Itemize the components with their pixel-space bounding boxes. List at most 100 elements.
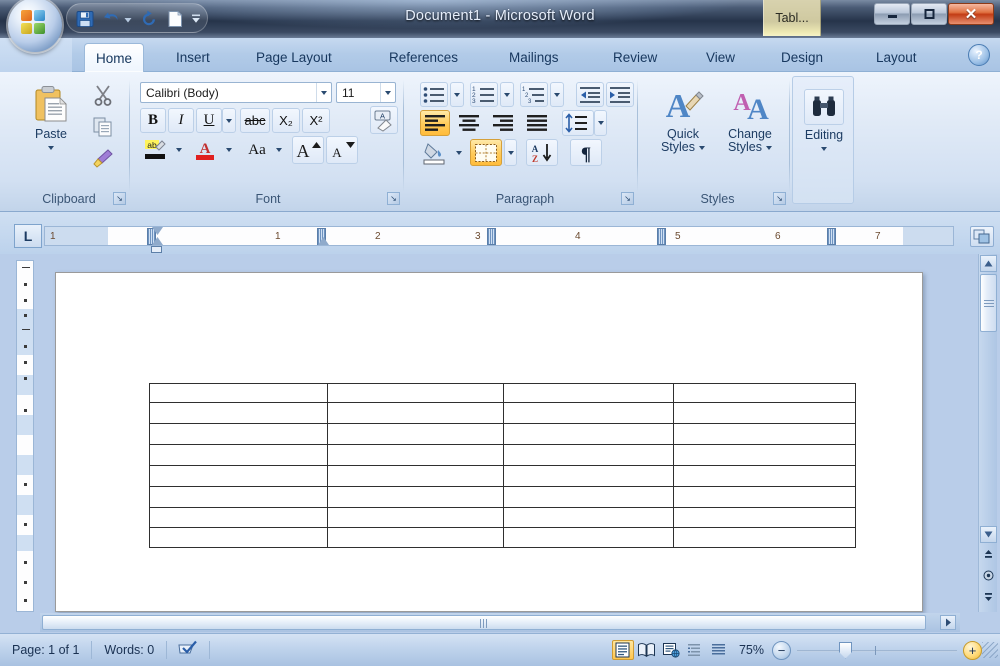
bullets-button[interactable] xyxy=(420,82,448,107)
highlight-button[interactable]: ab xyxy=(140,136,170,164)
tab-view[interactable]: View xyxy=(695,43,746,72)
table-row[interactable] xyxy=(149,402,856,424)
table-row[interactable] xyxy=(149,444,856,466)
vertical-scrollbar[interactable] xyxy=(978,254,997,612)
table-cell[interactable] xyxy=(673,507,856,528)
table-row[interactable] xyxy=(149,465,856,487)
bold-button[interactable]: B xyxy=(140,108,166,133)
table-cell[interactable] xyxy=(503,383,674,403)
table-cell[interactable] xyxy=(503,444,674,466)
table-cell[interactable] xyxy=(149,402,328,424)
align-right-button[interactable] xyxy=(488,110,518,136)
save-button[interactable] xyxy=(75,9,97,30)
table-column-marker[interactable] xyxy=(827,228,836,245)
paste-button[interactable]: Paste xyxy=(20,80,82,150)
close-button[interactable]: ✕ xyxy=(948,3,994,25)
table-cell[interactable] xyxy=(503,527,674,548)
styles-dialog-launcher[interactable]: ↘ xyxy=(773,192,786,205)
word-count[interactable]: Words: 0 xyxy=(92,643,166,657)
font-name-combo[interactable]: Calibri (Body) xyxy=(140,82,332,103)
minimize-button[interactable] xyxy=(874,3,910,25)
editing-button[interactable]: Editing xyxy=(797,85,851,151)
table-cell[interactable] xyxy=(673,527,856,548)
table-cell[interactable] xyxy=(503,465,674,487)
zoom-in-button[interactable]: + xyxy=(963,640,982,660)
vertical-ruler[interactable] xyxy=(16,260,34,612)
table-column-marker[interactable] xyxy=(487,228,496,245)
table-cell[interactable] xyxy=(327,527,504,548)
horizontal-scrollbar[interactable] xyxy=(40,613,960,632)
tab-page-layout[interactable]: Page Layout xyxy=(245,43,343,72)
table-cell[interactable] xyxy=(673,465,856,487)
font-dialog-launcher[interactable]: ↘ xyxy=(387,192,400,205)
superscript-button[interactable]: X² xyxy=(302,108,330,133)
table-cell[interactable] xyxy=(149,507,328,528)
table-cell[interactable] xyxy=(327,402,504,424)
table-cell[interactable] xyxy=(149,527,328,548)
change-styles-button[interactable]: A A Change Styles xyxy=(717,80,783,154)
table-row[interactable] xyxy=(149,507,856,528)
underline-button[interactable]: U xyxy=(196,108,222,133)
find-button[interactable] xyxy=(804,89,844,125)
line-spacing-button[interactable] xyxy=(562,110,594,136)
contextual-tab-label[interactable]: Tabl... xyxy=(763,0,821,36)
paragraph-dialog-launcher[interactable]: ↘ xyxy=(621,192,634,205)
table-cell[interactable] xyxy=(673,486,856,508)
table-cell[interactable] xyxy=(503,423,674,445)
new-document-button[interactable] xyxy=(165,9,187,30)
vertical-scroll-thumb[interactable] xyxy=(980,274,997,332)
view-print-layout-button[interactable] xyxy=(611,640,634,660)
justify-button[interactable] xyxy=(522,110,552,136)
resize-grip-icon[interactable] xyxy=(982,642,998,658)
previous-page-button[interactable] xyxy=(981,547,996,562)
table-cell[interactable] xyxy=(327,383,504,403)
undo-dropdown-button[interactable] xyxy=(122,9,134,30)
select-browse-object-button[interactable] xyxy=(981,568,996,583)
table-cell[interactable] xyxy=(149,444,328,466)
table-cell[interactable] xyxy=(149,465,328,487)
table-row[interactable] xyxy=(149,383,856,403)
cut-button[interactable] xyxy=(90,82,116,108)
view-draft-button[interactable] xyxy=(708,640,730,660)
shrink-font-button[interactable]: A xyxy=(326,136,358,164)
next-page-button[interactable] xyxy=(981,589,996,604)
view-web-layout-button[interactable] xyxy=(660,640,682,660)
align-center-button[interactable] xyxy=(454,110,484,136)
table-cell[interactable] xyxy=(149,423,328,445)
font-color-dropdown[interactable] xyxy=(222,136,236,164)
show-formatting-marks-button[interactable]: ¶ xyxy=(570,139,602,166)
view-outline-button[interactable] xyxy=(684,640,706,660)
table-cell[interactable] xyxy=(149,383,328,403)
zoom-out-button[interactable]: − xyxy=(772,640,791,660)
shading-dropdown[interactable] xyxy=(452,139,465,166)
quick-styles-button[interactable]: A Quick Styles xyxy=(653,80,713,154)
borders-button[interactable] xyxy=(470,139,502,166)
horizontal-ruler[interactable]: 1 1 2 3 4 5 6 7 xyxy=(44,226,954,246)
table-row[interactable] xyxy=(149,423,856,445)
maximize-button[interactable] xyxy=(911,3,947,25)
table-column-marker[interactable] xyxy=(657,228,666,245)
borders-dropdown[interactable] xyxy=(504,139,517,166)
numbering-button[interactable]: 123 xyxy=(470,82,498,107)
table-row[interactable] xyxy=(149,486,856,508)
view-full-screen-reading-button[interactable] xyxy=(636,640,658,660)
table-cell[interactable] xyxy=(673,423,856,445)
table-cell[interactable] xyxy=(673,444,856,466)
table-cell[interactable] xyxy=(503,486,674,508)
sort-button[interactable]: A Z xyxy=(526,139,558,166)
tab-design[interactable]: Design xyxy=(770,43,834,72)
chevron-down-icon[interactable] xyxy=(380,83,395,102)
shading-button[interactable] xyxy=(420,139,450,166)
table-cell[interactable] xyxy=(673,383,856,403)
tab-insert[interactable]: Insert xyxy=(165,43,221,72)
table-cell[interactable] xyxy=(149,486,328,508)
proofing-status-button[interactable] xyxy=(167,640,209,661)
table-cell[interactable] xyxy=(327,486,504,508)
align-left-button[interactable] xyxy=(420,110,450,136)
tab-layout[interactable]: Layout xyxy=(865,43,928,72)
zoom-level-label[interactable]: 75% xyxy=(731,643,772,657)
document-page[interactable] xyxy=(55,272,923,612)
numbering-dropdown[interactable] xyxy=(500,82,514,107)
subscript-button[interactable]: X₂ xyxy=(272,108,300,133)
office-button[interactable] xyxy=(8,0,62,52)
